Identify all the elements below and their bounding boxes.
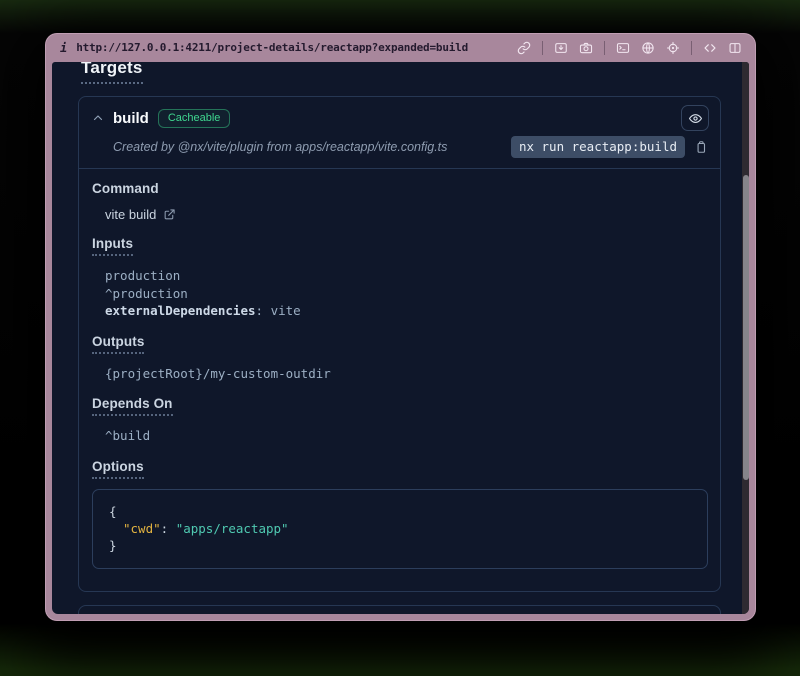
options-code-block: {"cwd": "apps/reactapp"} — [92, 489, 708, 569]
view-graph-button[interactable] — [681, 105, 709, 131]
options-heading: Options — [92, 459, 144, 479]
toolbar-icon-group — [517, 41, 742, 55]
browser-toolbar: i http://127.0.0.1:4211/project-details/… — [45, 33, 756, 62]
depends-on-section: Depends On ^build — [92, 396, 708, 445]
terminal-icon[interactable] — [616, 41, 630, 55]
inputs-section: Inputs production ^production externalDe… — [92, 236, 708, 320]
globe-icon[interactable] — [641, 41, 655, 55]
depends-on-item: ^build — [105, 427, 708, 445]
toolbar-divider — [604, 41, 605, 55]
eye-icon — [688, 111, 703, 126]
input-item: externalDependencies: vite — [105, 302, 708, 320]
code-icon[interactable] — [703, 41, 717, 55]
depends-on-heading: Depends On — [92, 396, 173, 416]
browser-window: i http://127.0.0.1:4211/project-details/… — [45, 33, 756, 621]
serve-header-row[interactable]: serve vite serve — [79, 606, 720, 615]
outputs-section: Outputs {projectRoot}/my-custom-outdir — [92, 334, 708, 383]
output-item: {projectRoot}/my-custom-outdir — [105, 365, 708, 383]
info-icon: i — [60, 41, 67, 55]
input-item: ^production — [105, 285, 708, 303]
toolbar-divider — [691, 41, 692, 55]
scrollbar-track[interactable] — [742, 62, 749, 614]
camera-icon[interactable] — [579, 41, 593, 55]
target-icon[interactable] — [666, 41, 680, 55]
link-icon[interactable] — [517, 41, 531, 55]
target-card-build: build Cacheable Created by @nx/vite/plug… — [78, 96, 721, 592]
command-value: vite build — [105, 207, 156, 222]
build-header-subrow: Created by @nx/vite/plugin from apps/rea… — [92, 136, 708, 158]
cacheable-badge: Cacheable — [158, 109, 231, 128]
build-card-header: build Cacheable Created by @nx/vite/plug… — [79, 97, 720, 168]
target-name: build — [113, 110, 149, 127]
external-link-icon[interactable] — [163, 208, 176, 221]
command-heading: Command — [92, 181, 159, 196]
run-command-chip: nx run reactapp:build — [511, 136, 685, 158]
options-section: Options {"cwd": "apps/reactapp"} — [92, 459, 708, 569]
targets-heading: Targets — [81, 62, 143, 84]
split-view-icon[interactable] — [728, 41, 742, 55]
inputs-heading: Inputs — [92, 236, 133, 256]
project-details-page: Targets build Cacheable — [52, 62, 742, 614]
copy-icon[interactable] — [694, 140, 708, 154]
outputs-heading: Outputs — [92, 334, 144, 354]
toolbar-divider — [542, 41, 543, 55]
save-icon[interactable] — [554, 41, 568, 55]
input-item: production — [105, 267, 708, 285]
chevron-up-icon — [92, 112, 104, 124]
target-card-serve: serve vite serve — [78, 605, 721, 615]
url-field[interactable]: http://127.0.0.1:4211/project-details/re… — [76, 41, 468, 54]
build-header-row[interactable]: build Cacheable — [92, 106, 708, 130]
build-card-body: Command vite build Inputs production — [79, 169, 720, 591]
created-by-text: Created by @nx/vite/plugin from apps/rea… — [113, 140, 447, 154]
page-viewport: Targets build Cacheable — [52, 62, 749, 614]
scrollbar-thumb[interactable] — [743, 175, 749, 480]
command-section: Command vite build — [92, 181, 708, 222]
